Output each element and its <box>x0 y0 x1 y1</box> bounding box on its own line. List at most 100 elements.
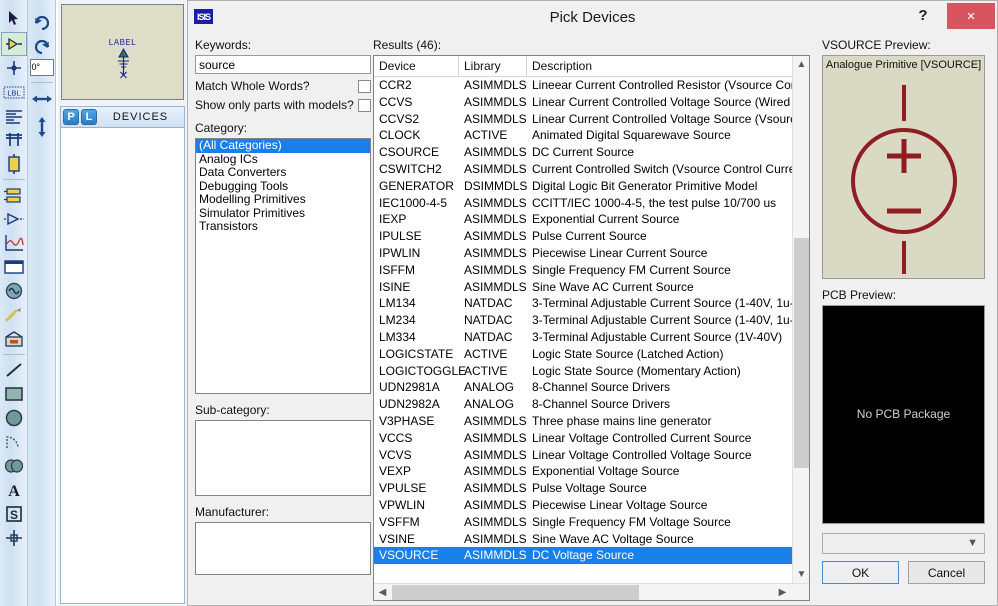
chevron-down-icon[interactable]: ▼ <box>967 537 978 549</box>
column-divider-1[interactable] <box>458 56 459 77</box>
box-tool-icon[interactable] <box>1 382 27 406</box>
scroll-up-icon[interactable]: ▲ <box>793 56 810 73</box>
mirror-horizontal-icon[interactable] <box>29 87 55 111</box>
device-pins-icon[interactable] <box>1 207 27 231</box>
table-row[interactable]: LM334 NATDAC 3-Terminal Adjustable Current… <box>374 329 809 346</box>
results-horizontal-scrollbar[interactable]: ◀ ▶ <box>374 583 809 600</box>
column-header-library[interactable]: Library <box>464 59 501 73</box>
subcategory-list[interactable] <box>195 420 371 496</box>
table-row[interactable]: VSFFM ASIMMDLS Single Frequency FM Voltage… <box>374 514 809 531</box>
devices-list[interactable] <box>60 128 185 604</box>
subcircuit-icon[interactable] <box>1 152 27 176</box>
orientation-toolbar[interactable]: 0° <box>28 0 56 606</box>
path-tool-icon[interactable] <box>1 454 27 478</box>
wire-label-icon[interactable]: LBL <box>1 80 27 104</box>
ok-button[interactable]: OK <box>822 561 899 584</box>
table-row[interactable]: V3PHASE ASIMMDLS Three phase mains line ge… <box>374 413 809 430</box>
table-row[interactable]: IPWLIN ASIMMDLS Piecewise Linear Current S… <box>374 245 809 262</box>
marker-tool-icon[interactable] <box>1 526 27 550</box>
table-row[interactable]: VSINE ASIMMDLS Sine Wave AC Voltage Source <box>374 531 809 548</box>
category-item[interactable]: Simulator Primitives <box>196 206 370 221</box>
show-only-models-checkbox[interactable] <box>358 98 371 112</box>
category-item[interactable]: Data Converters <box>196 165 370 180</box>
table-row[interactable]: LOGICTOGGLE ACTIVE Logic State Source (Mom… <box>374 363 809 380</box>
table-row[interactable]: VPWLIN ASIMMDLS Piecewise Linear Voltage S… <box>374 497 809 514</box>
table-row[interactable]: ISINE ASIMMDLS Sine Wave AC Current Source <box>374 279 809 296</box>
table-row[interactable]: UDN2981A ANALOG 8-Channel Source Drivers <box>374 379 809 396</box>
column-divider-2[interactable] <box>526 56 527 77</box>
terminals-mode-icon[interactable] <box>1 183 27 207</box>
generator-mode-icon[interactable] <box>1 279 27 303</box>
table-row[interactable]: IEXP ASIMMDLS Exponential Current Source <box>374 211 809 228</box>
text-tool-icon[interactable]: A <box>1 478 27 502</box>
show-only-models-row[interactable]: Show only parts with models? <box>195 98 371 112</box>
results-rows[interactable]: CCR2 ASIMMDLS Lineear Current Controlled R… <box>374 77 809 583</box>
circle-tool-icon[interactable] <box>1 406 27 430</box>
close-button[interactable]: × <box>947 3 995 29</box>
cell-device: VCCS <box>379 430 413 445</box>
junction-dot-icon[interactable] <box>1 56 27 80</box>
tape-recorder-icon[interactable] <box>1 255 27 279</box>
rotate-clockwise-icon[interactable] <box>29 10 55 34</box>
match-whole-words-row[interactable]: Match Whole Words? <box>195 79 371 93</box>
vertical-scroll-thumb[interactable] <box>794 238 809 468</box>
text-script-icon[interactable] <box>1 104 27 128</box>
table-row[interactable]: CSOURCE ASIMMDLS DC Current Source <box>374 144 809 161</box>
graph-mode-icon[interactable] <box>1 231 27 255</box>
match-whole-words-checkbox[interactable] <box>358 79 371 93</box>
rotate-anticlockwise-icon[interactable] <box>29 34 55 58</box>
manufacturer-list[interactable] <box>195 522 371 575</box>
scroll-left-icon[interactable]: ◀ <box>374 584 391 601</box>
table-row[interactable]: IEC1000-4-5 ASIMMDLS CCITT/IEC 1000-4-5, t… <box>374 195 809 212</box>
column-header-device[interactable]: Device <box>379 59 416 73</box>
table-row[interactable]: GENERATOR DSIMMDLS Digital Logic Bit Gener… <box>374 178 809 195</box>
table-row[interactable]: VCVS ASIMMDLS Linear Voltage Controlled Vo… <box>374 447 809 464</box>
badge-p-icon[interactable]: P <box>63 109 79 125</box>
table-row[interactable]: CCVS ASIMMDLS Linear Current Controlled Vo… <box>374 94 809 111</box>
results-table[interactable]: Device Library Description CCR2 ASIMMDLS L… <box>373 55 810 601</box>
column-header-description[interactable]: Description <box>532 59 592 73</box>
voltage-probe-icon[interactable] <box>1 303 27 327</box>
table-row[interactable]: VPULSE ASIMMDLS Pulse Voltage Source <box>374 480 809 497</box>
horizontal-scroll-thumb[interactable] <box>392 585 639 600</box>
category-list[interactable]: (All Categories) Analog ICs Data Converter… <box>195 138 371 394</box>
symbol-tool-icon[interactable]: S <box>1 502 27 526</box>
line-tool-icon[interactable] <box>1 358 27 382</box>
devices-panel-header[interactable]: P L DEVICES <box>60 106 185 128</box>
scroll-right-icon[interactable]: ▶ <box>774 584 791 601</box>
category-item[interactable]: Transistors <box>196 219 370 234</box>
results-vertical-scrollbar[interactable]: ▲ ▼ <box>792 56 809 583</box>
table-row[interactable]: LM234 NATDAC 3-Terminal Adjustable Current… <box>374 312 809 329</box>
table-row[interactable]: VSOURCE ASIMMDLS DC Voltage Source <box>374 547 809 565</box>
help-button[interactable]: ? <box>903 1 943 29</box>
table-row[interactable]: UDN2982A ANALOG 8-Channel Source Drivers <box>374 396 809 413</box>
category-item[interactable]: Debugging Tools <box>196 179 370 194</box>
rotation-angle-field[interactable]: 0° <box>29 59 54 76</box>
search-input[interactable] <box>195 55 371 74</box>
mode-toolbar[interactable]: LBL A S <box>0 0 28 606</box>
selection-mode-icon[interactable] <box>1 6 27 30</box>
category-item[interactable]: Analog ICs <box>196 152 370 167</box>
arc-tool-icon[interactable] <box>1 430 27 454</box>
scroll-down-icon[interactable]: ▼ <box>793 566 810 583</box>
category-item[interactable]: Modelling Primitives <box>196 192 370 207</box>
current-probe-icon[interactable] <box>1 327 27 351</box>
table-row[interactable]: CSWITCH2 ASIMMDLS Current Controlled Switc… <box>374 161 809 178</box>
package-select[interactable]: ▼ <box>822 533 985 554</box>
table-row[interactable]: VEXP ASIMMDLS Exponential Voltage Source <box>374 463 809 480</box>
cancel-button[interactable]: Cancel <box>908 561 985 584</box>
mirror-vertical-icon[interactable] <box>29 115 55 139</box>
table-row[interactable]: CCR2 ASIMMDLS Lineear Current Controlled R… <box>374 77 809 94</box>
table-row[interactable]: ISFFM ASIMMDLS Single Frequency FM Current… <box>374 262 809 279</box>
component-mode-icon[interactable] <box>0 32 27 56</box>
category-item[interactable]: (All Categories) <box>196 139 370 153</box>
badge-l-icon[interactable]: L <box>81 109 97 125</box>
cell-device: IEXP <box>379 212 407 227</box>
table-row[interactable]: IPULSE ASIMMDLS Pulse Current Source <box>374 228 809 245</box>
table-row[interactable]: LM134 NATDAC 3-Terminal Adjustable Current… <box>374 295 809 312</box>
table-row[interactable]: CLOCK ACTIVE Animated Digital Squarewave S… <box>374 127 809 144</box>
table-row[interactable]: LOGICSTATE ACTIVE Logic State Source (Latc… <box>374 346 809 363</box>
bus-icon[interactable] <box>1 128 27 152</box>
table-row[interactable]: CCVS2 ASIMMDLS Linear Current Controlled V… <box>374 111 809 128</box>
table-row[interactable]: VCCS ASIMMDLS Linear Voltage Controlled Cu… <box>374 430 809 447</box>
